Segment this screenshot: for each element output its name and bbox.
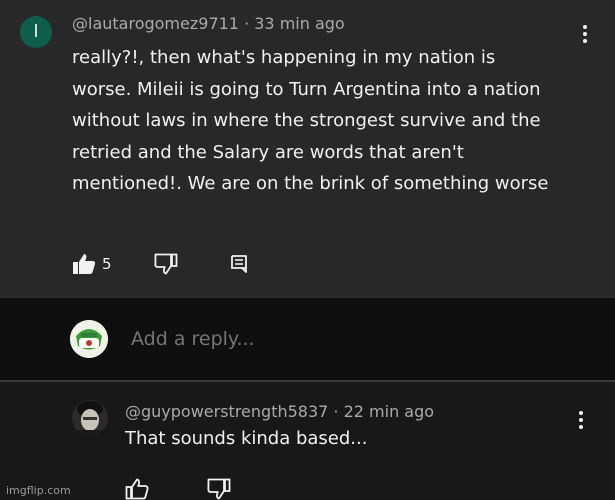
meta-separator: · <box>333 402 344 421</box>
reply-actions <box>125 478 231 500</box>
reply-time[interactable]: 22 min ago <box>344 402 434 421</box>
thumbs-up-icon <box>125 478 149 500</box>
like-button[interactable] <box>125 478 149 500</box>
dislike-button[interactable] <box>153 253 178 275</box>
reply-input-row <box>0 298 615 382</box>
like-button[interactable]: 5 <box>72 253 112 275</box>
avatar[interactable]: l <box>20 16 52 48</box>
reply-avatar[interactable] <box>72 400 108 436</box>
comment-actions: 5 <box>72 250 248 278</box>
comment-text: really?!, then what's happening in my na… <box>72 47 549 194</box>
comment-username[interactable]: @lautarogomez9711 <box>72 14 239 33</box>
reply-text: That sounds kinda based... <box>125 428 368 449</box>
dislike-button[interactable] <box>207 478 231 500</box>
like-count: 5 <box>102 255 112 273</box>
comment-icon <box>230 255 247 273</box>
user-avatar[interactable] <box>70 320 108 358</box>
reply-meta: @guypowerstrength5837 · 22 min ago <box>125 402 434 421</box>
comment-meta: @lautarogomez9711 · 33 min ago <box>72 14 345 33</box>
reply-button[interactable] <box>230 254 248 274</box>
comment-thread: l @lautarogomez9711 · 33 min ago really?… <box>0 0 615 500</box>
avatar-image-icon <box>70 320 108 358</box>
meta-separator: · <box>244 14 255 33</box>
more-vertical-icon[interactable] <box>581 24 589 44</box>
thumbs-down-icon <box>207 478 231 500</box>
thumbs-up-icon <box>73 254 96 274</box>
reply-username[interactable]: @guypowerstrength5837 <box>125 402 328 421</box>
comment-card: l @lautarogomez9711 · 33 min ago really?… <box>0 0 615 298</box>
avatar-letter: l <box>33 22 39 42</box>
watermark: imgflip.com <box>6 484 71 497</box>
avatar-image-icon <box>72 400 108 436</box>
more-vertical-icon[interactable] <box>577 410 585 430</box>
thumbs-down-icon <box>153 253 177 275</box>
comment-time[interactable]: 33 min ago <box>254 14 344 33</box>
reply-input[interactable] <box>131 328 551 350</box>
reply-card: @guypowerstrength5837 · 22 min ago That … <box>0 382 615 500</box>
